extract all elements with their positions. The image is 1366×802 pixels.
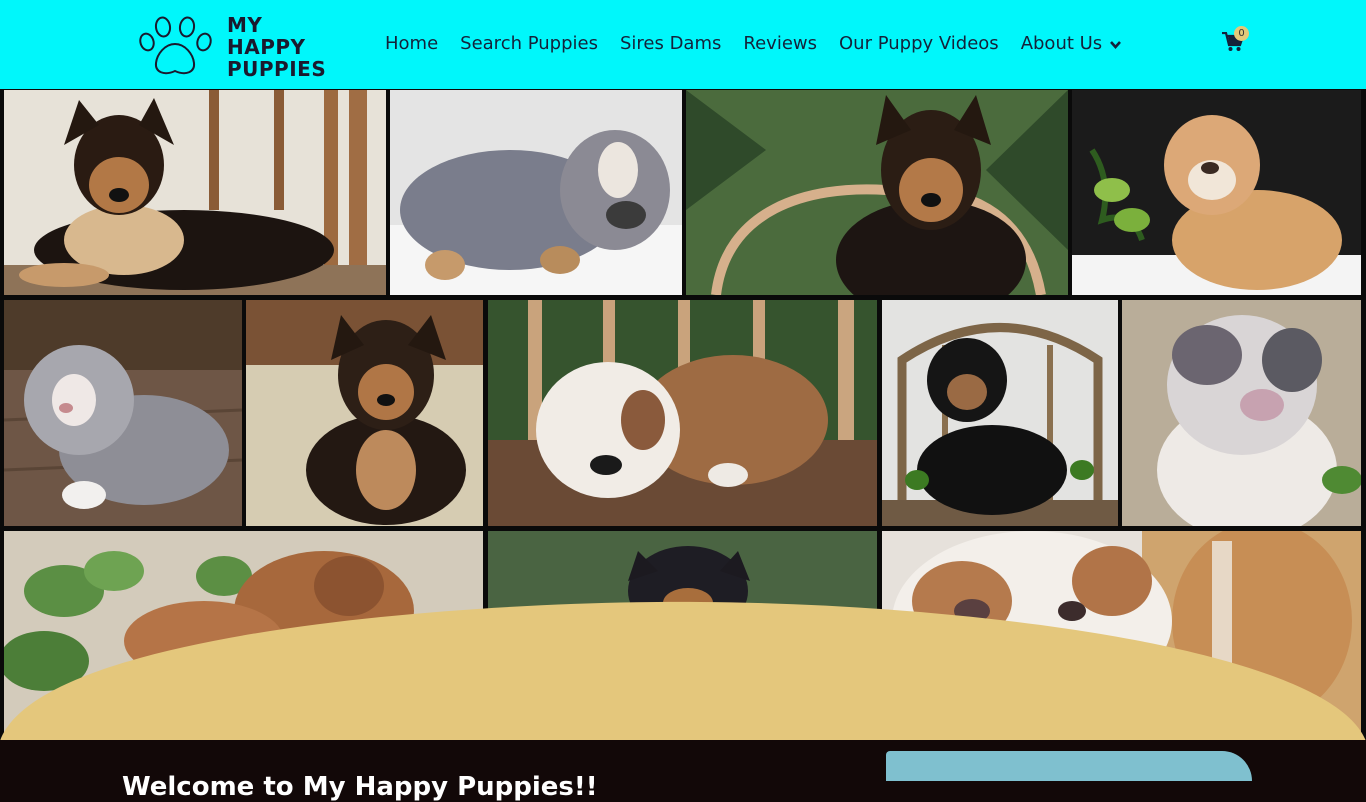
nav-search-puppies[interactable]: Search Puppies bbox=[460, 33, 598, 55]
nav-sires-dams-label: Sires Dams bbox=[619, 33, 722, 54]
welcome-side-image bbox=[886, 751, 1252, 781]
gallery-photo[interactable] bbox=[882, 300, 1118, 526]
nav-about-us[interactable]: About Us bbox=[1021, 33, 1122, 55]
german-shepherd-puppy-on-chair bbox=[4, 90, 386, 295]
nav-puppy-videos-label: Our Puppy Videos bbox=[839, 33, 999, 54]
main-nav: Home Search Puppies Sires Dams Reviews O… bbox=[385, 33, 1143, 55]
nav-sires-dams[interactable]: Sires Dams bbox=[620, 33, 721, 55]
merle-bulldog-puppy-on-deck bbox=[4, 300, 242, 526]
nav-home-label: Home bbox=[385, 33, 439, 54]
gallery-photo[interactable] bbox=[1072, 90, 1361, 295]
german-shepherd-puppy-on-rock bbox=[246, 300, 483, 526]
site-header: MY HAPPY PUPPIES Home Search Puppies Sir… bbox=[0, 0, 1366, 89]
gallery-photo[interactable] bbox=[390, 90, 682, 295]
gallery-photo[interactable] bbox=[4, 300, 242, 526]
brand-line-2: HAPPY bbox=[227, 35, 306, 59]
decorative-wave bbox=[0, 601, 1366, 741]
welcome-heading: Welcome to My Happy Puppies!! bbox=[122, 772, 598, 802]
brindle-bulldog-puppy-on-chair bbox=[488, 300, 877, 526]
chevron-down-icon bbox=[1110, 33, 1122, 55]
blue-merle-bulldog-puppy-in-snow bbox=[390, 90, 682, 295]
gallery-photo[interactable] bbox=[1122, 300, 1361, 526]
nav-reviews[interactable]: Reviews bbox=[743, 33, 817, 55]
site-logo[interactable]: MY HAPPY PUPPIES bbox=[139, 14, 326, 80]
gallery-photo[interactable] bbox=[686, 90, 1068, 295]
german-shepherd-puppy-by-pine bbox=[686, 90, 1068, 295]
fawn-bulldog-puppy-in-snow bbox=[1072, 90, 1361, 295]
brand-name: MY HAPPY PUPPIES bbox=[227, 14, 326, 80]
paw-icon bbox=[139, 16, 213, 78]
nav-about-us-label: About Us bbox=[1020, 33, 1103, 54]
nav-search-puppies-label: Search Puppies bbox=[460, 33, 598, 54]
cart-count-badge: 0 bbox=[1234, 26, 1249, 41]
gallery-photo[interactable] bbox=[488, 300, 877, 526]
merle-bulldog-puppy-on-carpet bbox=[1122, 300, 1361, 526]
brand-line-1: MY bbox=[227, 13, 263, 37]
nav-reviews-label: Reviews bbox=[743, 33, 817, 54]
black-german-shepherd-puppy-on-chair bbox=[882, 300, 1118, 526]
brand-line-3: PUPPIES bbox=[227, 57, 327, 81]
gallery-photo[interactable] bbox=[4, 90, 386, 295]
nav-home[interactable]: Home bbox=[385, 33, 438, 55]
gallery-photo[interactable] bbox=[246, 300, 483, 526]
nav-puppy-videos[interactable]: Our Puppy Videos bbox=[839, 33, 999, 55]
